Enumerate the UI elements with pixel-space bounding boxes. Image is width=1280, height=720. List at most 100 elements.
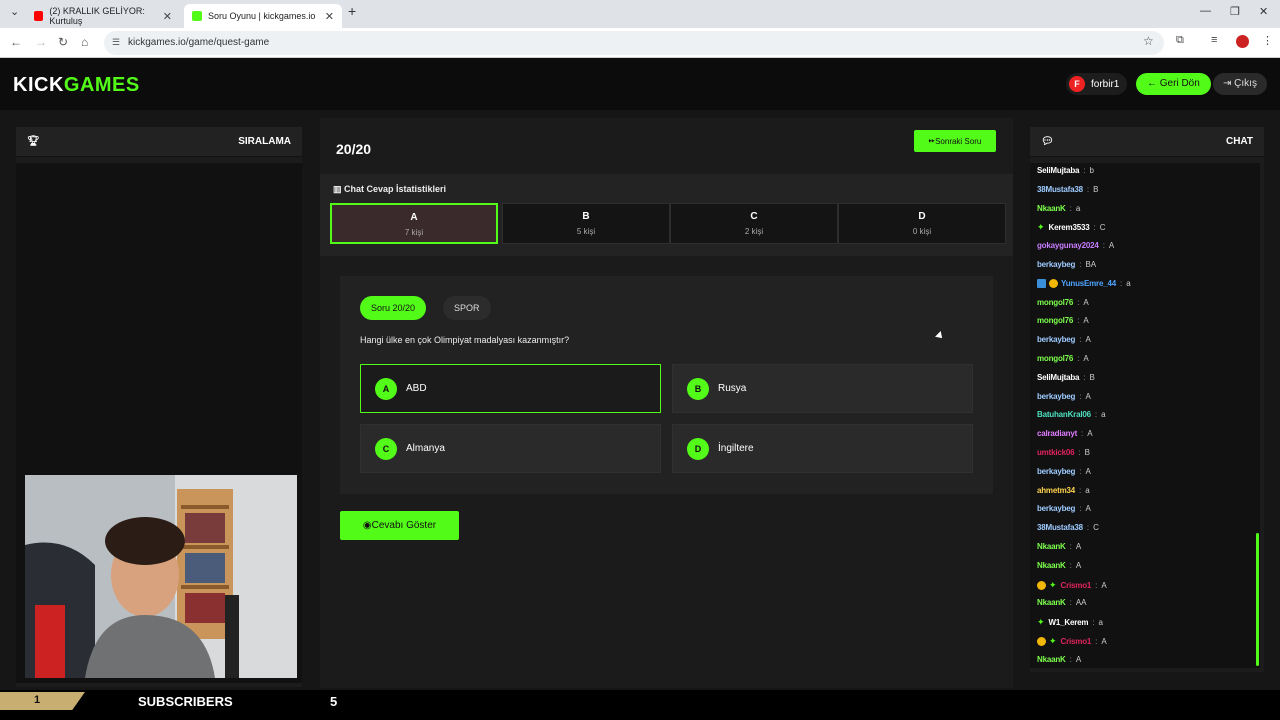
chat-username[interactable]: NkaanK bbox=[1037, 561, 1066, 570]
chat-username[interactable]: Crismo1 bbox=[1061, 581, 1092, 590]
youtube-icon bbox=[34, 11, 44, 21]
close-icon[interactable]: ✕ bbox=[325, 10, 334, 23]
chat-username[interactable]: SeliMujtaba bbox=[1037, 166, 1079, 175]
home-icon[interactable]: ⌂ bbox=[81, 35, 88, 49]
verified-star-icon: ✦ bbox=[1049, 636, 1057, 646]
back-arrow-icon[interactable]: ← bbox=[10, 35, 22, 49]
trophy-icon: 🏆︎ bbox=[27, 136, 40, 147]
eye-icon: ◉ bbox=[362, 520, 372, 531]
next-question-button[interactable]: ⏩︎ Sonraki Soru bbox=[914, 130, 996, 152]
chat-username[interactable]: umtkick06 bbox=[1037, 448, 1075, 457]
question-number-pill: Soru 20/20 bbox=[360, 296, 427, 320]
tab-list-icon[interactable]: ⌄ bbox=[10, 5, 19, 18]
option-a[interactable]: A ABD bbox=[360, 364, 661, 413]
close-window-icon[interactable]: ✕ bbox=[1259, 5, 1268, 18]
chat-message: berkaybeg: A bbox=[1037, 504, 1091, 513]
chat-message: mongol76: A bbox=[1037, 354, 1089, 363]
logout-button[interactable]: ⇥ Çıkış bbox=[1213, 73, 1267, 95]
chat-messages[interactable]: SeliMujtaba: b 38Mustafa38: B NkaanK: a ✦ Kerem… bbox=[1030, 163, 1260, 668]
chat-separator: : bbox=[1069, 560, 1072, 570]
chat-text: A bbox=[1075, 542, 1082, 551]
chat-answer-stats: ▥ Chat Cevap İstatistikleri A 7 kişi B 5 k… bbox=[320, 174, 1013, 256]
chat-username[interactable]: berkaybeg bbox=[1037, 260, 1075, 269]
chat-text: A bbox=[1085, 504, 1091, 514]
option-d[interactable]: D İngiltere bbox=[672, 424, 973, 473]
tab-kickgames[interactable]: Soru Oyunu | kickgames.io ✕ bbox=[184, 4, 342, 28]
chat-message: ✦ Crismo1: A bbox=[1037, 636, 1107, 647]
next-label: Sonraki Soru bbox=[935, 136, 982, 146]
chat-username[interactable]: gokaygunay2024 bbox=[1037, 241, 1099, 250]
webcam-overlay bbox=[25, 475, 297, 678]
moderator-badge-icon bbox=[1037, 278, 1046, 288]
subscriber-badge-icon bbox=[1037, 580, 1046, 590]
option-c[interactable]: C Almanya bbox=[360, 424, 661, 473]
restore-icon[interactable]: ❐ bbox=[1230, 5, 1240, 18]
chat-username[interactable]: Kerem3533 bbox=[1049, 223, 1090, 232]
bookmark-star-icon[interactable]: ☆ bbox=[1143, 34, 1154, 48]
stat-box-d: D 0 kişi bbox=[838, 203, 1006, 244]
chat-username[interactable]: NkaanK bbox=[1037, 655, 1066, 664]
chat-message: SeliMujtaba: B bbox=[1037, 373, 1095, 382]
chat-message: SeliMujtaba: b bbox=[1037, 166, 1094, 175]
forward-arrow-icon[interactable]: → bbox=[35, 35, 47, 49]
close-icon[interactable]: ✕ bbox=[163, 10, 172, 23]
reload-icon[interactable]: ↻ bbox=[58, 35, 68, 49]
verified-star-icon: ✦ bbox=[1037, 222, 1045, 233]
chat-username[interactable]: NkaanK bbox=[1037, 598, 1066, 607]
chat-username[interactable]: berkaybeg bbox=[1037, 467, 1075, 476]
chat-username[interactable]: BatuhanKral06 bbox=[1037, 410, 1091, 419]
chat-username[interactable]: mongol76 bbox=[1037, 354, 1073, 363]
extensions-icon[interactable]: ⧉ bbox=[1176, 34, 1184, 47]
chat-username[interactable]: Crismo1 bbox=[1061, 637, 1092, 646]
chat-text: b bbox=[1089, 166, 1094, 175]
profile-avatar[interactable] bbox=[1236, 35, 1249, 48]
new-tab-icon[interactable]: + bbox=[348, 3, 356, 19]
chat-username[interactable]: calradianyt bbox=[1037, 429, 1077, 438]
chat-message: 38Mustafa38: B bbox=[1037, 185, 1098, 194]
chat-username[interactable]: NkaanK bbox=[1037, 204, 1066, 213]
chat-username[interactable]: berkaybeg bbox=[1037, 504, 1075, 513]
chat-message: NkaanK: AA bbox=[1037, 598, 1087, 607]
user-badge[interactable]: Fforbir1 bbox=[1066, 73, 1128, 95]
chat-text: A bbox=[1083, 297, 1089, 307]
chat-username[interactable]: 38Mustafa38 bbox=[1037, 185, 1083, 194]
chat-username[interactable]: ahmetm34 bbox=[1037, 486, 1075, 495]
chat-username[interactable]: SeliMujtaba bbox=[1037, 373, 1079, 382]
chat-message: NkaanK: A bbox=[1037, 542, 1081, 551]
site-info-icon[interactable]: ☰ bbox=[112, 37, 120, 48]
chat-separator: : bbox=[1119, 278, 1123, 288]
chat-title: CHAT bbox=[1225, 136, 1253, 147]
media-icon[interactable]: ≡ bbox=[1211, 34, 1217, 46]
chat-message: 38Mustafa38: C bbox=[1037, 523, 1099, 532]
verified-star-icon: ✦ bbox=[1037, 617, 1045, 628]
subscriber-count: 5 bbox=[330, 694, 338, 709]
chat-username[interactable]: 38Mustafa38 bbox=[1037, 523, 1083, 532]
question-text: Hangi ülke en çok Olimpiyat madalyası ka… bbox=[360, 335, 570, 345]
stat-letter: A bbox=[410, 212, 418, 223]
address-bar[interactable]: ☰ kickgames.io/game/quest-game bbox=[104, 31, 1164, 55]
back-button[interactable]: ← Geri Dön bbox=[1136, 73, 1211, 95]
chat-username[interactable]: W1_Kerem bbox=[1049, 618, 1089, 627]
chat-username[interactable]: mongol76 bbox=[1037, 316, 1073, 325]
chat-username[interactable]: mongol76 bbox=[1037, 298, 1073, 307]
chat-username[interactable]: YunusEmre_44 bbox=[1061, 279, 1116, 288]
show-answer-button[interactable]: ◉ Cevabı Göster bbox=[340, 511, 459, 540]
leaderboard-title: SIRALAMA bbox=[238, 136, 291, 147]
tab-youtube[interactable]: (2) KRALLIK GELİYOR: Kurtuluş ✕ bbox=[26, 4, 180, 28]
chat-username[interactable]: berkaybeg bbox=[1037, 335, 1075, 344]
chat-text: A bbox=[1101, 637, 1107, 646]
menu-icon[interactable]: ⋮ bbox=[1262, 34, 1273, 47]
chat-scrollbar[interactable] bbox=[1256, 533, 1259, 666]
chat-separator: : bbox=[1079, 260, 1082, 269]
username: forbir1 bbox=[1091, 78, 1120, 90]
option-b[interactable]: B Rusya bbox=[672, 364, 973, 413]
logo[interactable]: KICKGAMES bbox=[13, 74, 140, 97]
bar-chart-icon: ▥ bbox=[333, 184, 345, 194]
chat-message: berkaybeg: BA bbox=[1037, 260, 1096, 269]
chat-message: berkaybeg: A bbox=[1037, 467, 1091, 476]
address-row: ← → ↻ ⌂ ☰ kickgames.io/game/quest-game bbox=[0, 28, 1280, 58]
chat-username[interactable]: NkaanK bbox=[1037, 542, 1066, 551]
chat-text: C bbox=[1093, 523, 1099, 533]
chat-username[interactable]: berkaybeg bbox=[1037, 392, 1075, 401]
minimize-icon[interactable]: — bbox=[1200, 5, 1211, 17]
